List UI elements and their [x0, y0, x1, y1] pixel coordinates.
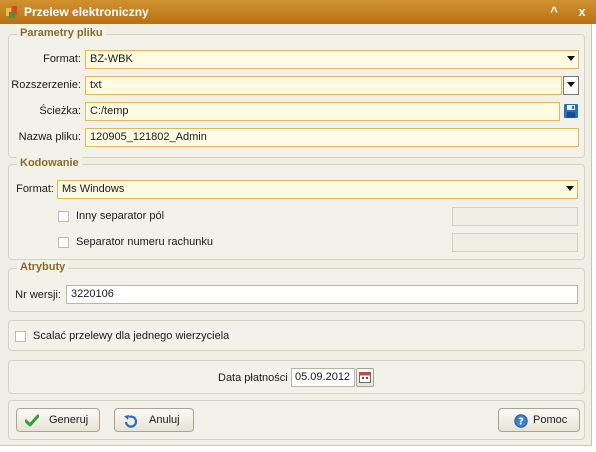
generate-button[interactable]: Generuj: [16, 408, 100, 432]
encoding-legend: Kodowanie: [17, 157, 82, 169]
buttons-bar: Generuj Anuluj ? Pomoc: [8, 400, 585, 440]
other-separator-input[interactable]: [452, 207, 578, 226]
path-label: Ścieżka:: [39, 105, 81, 117]
extension-value: txt: [90, 79, 102, 91]
version-value: 3220106: [71, 288, 114, 300]
filename-value: 120905_121802_Admin: [90, 131, 207, 143]
window-title: Przelew elektroniczny: [24, 5, 149, 19]
filename-label: Nazwa pliku:: [18, 131, 81, 143]
extension-input[interactable]: txt: [85, 76, 562, 95]
file-params-group: Parametry pliku Format: BZ-WBK Rozszerze…: [8, 27, 585, 158]
version-label: Nr wersji:: [15, 289, 61, 301]
chevron-down-icon: [567, 56, 575, 61]
merge-group: Scalać przelewy dla jednego wierzyciela: [8, 320, 585, 351]
filename-input[interactable]: 120905_121802_Admin: [85, 128, 579, 147]
help-label: Pomoc: [533, 414, 568, 426]
account-separator-checkbox[interactable]: [58, 237, 69, 248]
payment-date-input[interactable]: 05.09.2012: [291, 368, 355, 387]
other-separator-label: Inny separator pól: [76, 210, 165, 222]
account-separator-input[interactable]: [452, 233, 578, 252]
version-input[interactable]: 3220106: [66, 285, 578, 304]
app-icon: [6, 6, 17, 18]
cancel-button[interactable]: Anuluj: [114, 408, 194, 432]
format-select[interactable]: BZ-WBK: [85, 50, 579, 69]
svg-text:?: ?: [518, 417, 524, 428]
extension-label: Rozszerzenie:: [11, 79, 81, 91]
cancel-label: Anuluj: [149, 414, 180, 426]
file-params-legend: Parametry pliku: [17, 27, 106, 39]
help-button[interactable]: ? Pomoc: [498, 408, 580, 432]
generate-label: Generuj: [49, 414, 89, 426]
merge-checkbox[interactable]: [15, 331, 26, 342]
encoding-group: Kodowanie Format: Ms Windows Inny separa…: [8, 157, 585, 260]
encoding-format-value: Ms Windows: [62, 183, 125, 195]
extension-dropdown-button[interactable]: [563, 76, 579, 95]
payment-date-value: 05.09.2012: [295, 371, 351, 383]
encoding-format-select[interactable]: Ms Windows: [57, 180, 578, 199]
save-icon[interactable]: [563, 103, 579, 119]
help-icon: ?: [514, 414, 528, 428]
chevron-down-icon: [566, 186, 574, 191]
other-separator-checkbox[interactable]: [58, 211, 69, 222]
undo-icon: [124, 415, 137, 428]
close-button[interactable]: x: [573, 3, 591, 21]
payment-date-label: Data płatności: [218, 372, 288, 384]
account-separator-label: Separator numeru rachunku: [76, 236, 213, 248]
encoding-format-label: Format:: [16, 183, 54, 195]
payment-group: Data płatności 05.09.2012: [8, 360, 585, 394]
attributes-legend: Atrybuty: [17, 261, 69, 273]
path-value: C:/temp: [90, 105, 129, 117]
title-bar: Przelew elektroniczny ^ x: [0, 0, 596, 24]
checkmark-icon: [25, 414, 39, 427]
dialog-body: Parametry pliku Format: BZ-WBK Rozszerze…: [0, 24, 592, 446]
chevron-down-icon: [567, 82, 575, 87]
format-label: Format:: [43, 53, 81, 65]
format-value: BZ-WBK: [90, 53, 133, 65]
path-input[interactable]: C:/temp: [85, 102, 560, 121]
attributes-group: Atrybuty Nr wersji: 3220106: [8, 261, 585, 312]
calendar-icon: [359, 372, 371, 383]
merge-label: Scalać przelewy dla jednego wierzyciela: [33, 330, 230, 342]
calendar-button[interactable]: [356, 368, 374, 387]
minimize-button[interactable]: ^: [545, 3, 563, 21]
